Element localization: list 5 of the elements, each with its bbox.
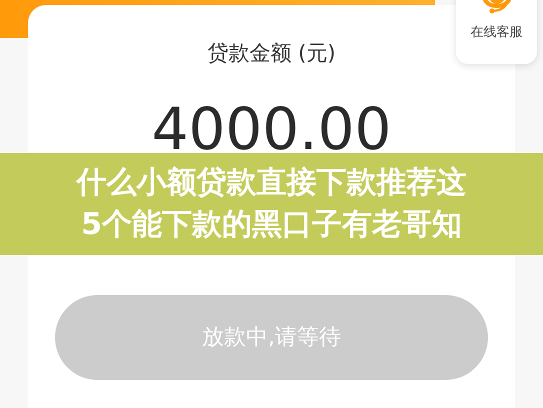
amount-label: 贷款金额 (元) <box>207 40 336 67</box>
loan-amount: 4000.00 <box>152 97 392 161</box>
banner-title-line: 5个能下款的黑口子有老哥知 <box>81 206 462 244</box>
customer-service-button[interactable]: 在线客服 <box>456 0 537 64</box>
banner-title-line: 什么小额贷款直接下款推荐这 <box>76 164 466 202</box>
